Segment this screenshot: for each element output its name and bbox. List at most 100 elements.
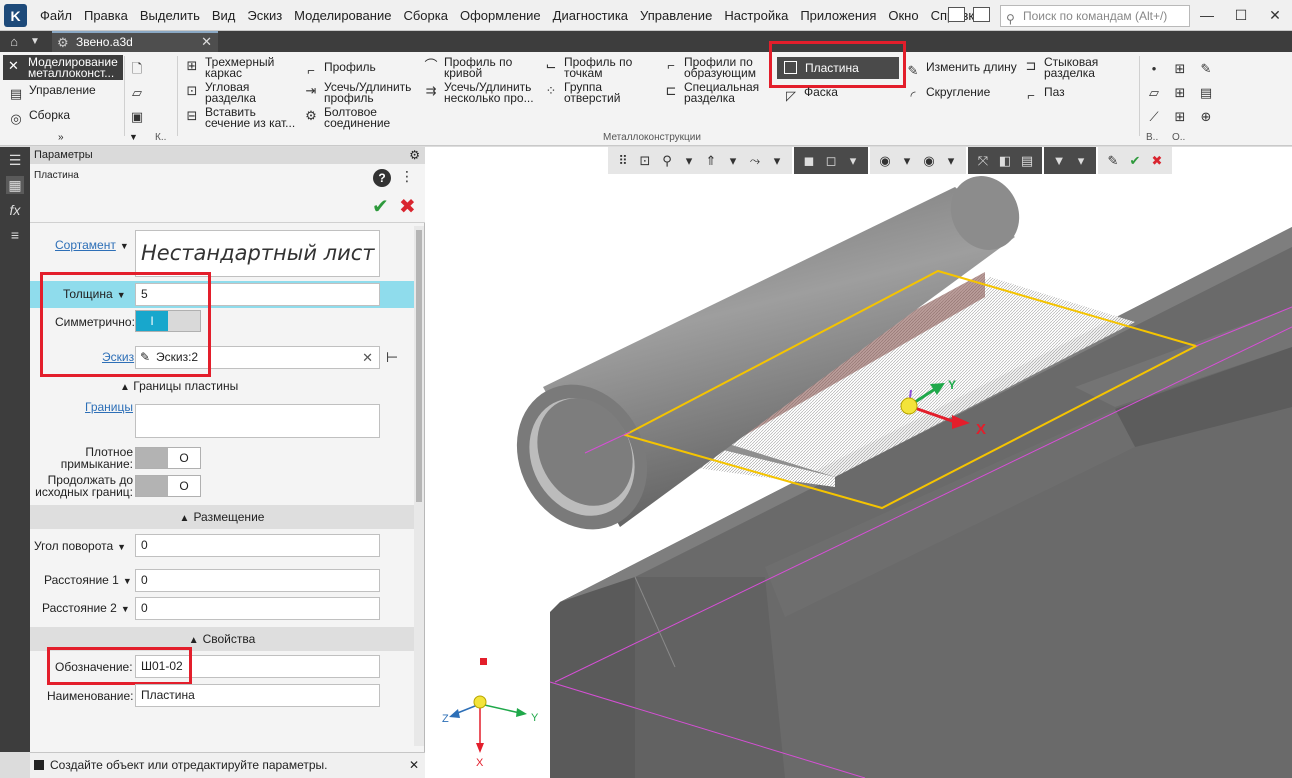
groove-button[interactable]: ⌐ Паз: [1023, 85, 1065, 103]
profiles-by-generator-button[interactable]: ⌐ Профили по образующим: [663, 55, 764, 80]
continue-bounds-toggle[interactable]: O: [135, 475, 201, 497]
groove-label: Паз: [1044, 85, 1065, 99]
distance1-input[interactable]: 0: [135, 569, 380, 592]
chamfer-button[interactable]: ◸ Фаска: [783, 86, 838, 103]
menu-view[interactable]: Вид: [206, 0, 242, 31]
parameters-icon[interactable]: ▦: [6, 176, 24, 194]
table-tool-button[interactable]: ⊞: [1172, 60, 1193, 76]
profile-by-curve-button[interactable]: ⌒ Профиль по кривой: [423, 56, 524, 79]
save-document-button[interactable]: ▣: [129, 108, 150, 124]
profile-button[interactable]: ⌐ Профиль: [303, 61, 376, 78]
trim-extend-several-button[interactable]: ⇉ Усечь/Удлинить несколько про...: [423, 81, 539, 104]
mode-assembly[interactable]: ◎ Сборка: [8, 109, 70, 126]
hole-group-button[interactable]: ⁘ Группа отверстий: [543, 81, 630, 104]
insert-section-button[interactable]: ⊟ Вставить сечение из кат...: [184, 106, 297, 129]
select-sketch-icon[interactable]: ⊢: [386, 349, 398, 366]
tree-icon[interactable]: ⋮: [400, 168, 414, 185]
menu-drawing[interactable]: Оформление: [454, 0, 547, 31]
chevron-down-icon[interactable]: ▼: [120, 239, 129, 253]
minimize-icon[interactable]: —: [1190, 0, 1224, 31]
chevron-down-icon[interactable]: ▼: [123, 574, 132, 588]
screen-settings-icon[interactable]: [973, 7, 990, 22]
add-tool-button[interactable]: ⊕: [1198, 108, 1219, 124]
close-tab-icon[interactable]: ✕: [201, 33, 212, 51]
file-group-dropdown-icon[interactable]: ▼: [129, 132, 138, 142]
sortament-field[interactable]: Нестандартный лист: [135, 230, 380, 277]
fillet-button[interactable]: ◜ Скругление: [905, 85, 991, 103]
wireframe-button[interactable]: ⊞ Трехмерный каркас: [184, 56, 285, 79]
thickness-sketch-highlight: [40, 272, 211, 377]
rotation-input[interactable]: 0: [135, 534, 380, 557]
menu-edit[interactable]: Правка: [78, 0, 134, 31]
command-search-input[interactable]: ⚲ Поиск по командам (Alt+/): [1000, 5, 1190, 27]
mode-selector[interactable]: ✕ Моделирование металлоконст...: [3, 55, 123, 80]
confirm-icon[interactable]: ✔: [372, 194, 389, 219]
distance2-input[interactable]: 0: [135, 597, 380, 620]
bolted-joint-button[interactable]: ⚙ Болтовое соединение: [303, 106, 399, 129]
profile-by-points-button[interactable]: ⌙ Профиль по точкам: [543, 56, 640, 79]
chevron-down-icon[interactable]: ▼: [117, 540, 126, 554]
restore-layout-icon[interactable]: [948, 7, 965, 22]
close-icon[interactable]: ✕: [1258, 0, 1292, 31]
app-logo[interactable]: K: [4, 4, 27, 27]
mode-manage[interactable]: ▤ Управление: [8, 84, 96, 101]
point-tool-button[interactable]: •: [1146, 60, 1167, 76]
bounds-field[interactable]: [135, 404, 380, 438]
sortament-field-label[interactable]: Сортамент ▼: [55, 238, 129, 253]
menu-select[interactable]: Выделить: [134, 0, 206, 31]
help-icon[interactable]: ?: [373, 169, 391, 187]
placement-section[interactable]: ▲ Размещение: [30, 505, 414, 529]
table-icon: ⊞: [1174, 60, 1186, 76]
tight-fit-toggle[interactable]: O: [135, 447, 201, 469]
menu-modeling[interactable]: Моделирование: [288, 0, 397, 31]
close-status-icon[interactable]: ✕: [409, 753, 419, 777]
bounds-field-label[interactable]: Границы: [85, 400, 133, 414]
menu-manage[interactable]: Управление: [634, 0, 718, 31]
edit-tool-button[interactable]: ✎: [1198, 60, 1219, 76]
model-tree-icon[interactable]: ☰: [6, 151, 24, 169]
distance1-field-label[interactable]: Расстояние 1 ▼: [44, 573, 132, 588]
menu-window[interactable]: Окно: [882, 0, 924, 31]
menu-diagnostics[interactable]: Диагностика: [547, 0, 634, 31]
panel-scrollbar[interactable]: [414, 226, 424, 746]
name-input[interactable]: Пластина: [135, 684, 380, 707]
special-joint-button[interactable]: ⊏ Специальная разделка: [663, 81, 764, 104]
scrollbar-thumb[interactable]: [416, 230, 422, 502]
model-scene[interactable]: X Y X Y Z: [425, 147, 1292, 778]
home-icon[interactable]: ⌂: [4, 33, 24, 50]
profiles-by-generator-label: Профили по образующим: [684, 55, 756, 80]
tabs-dropdown-icon[interactable]: ▼: [30, 33, 40, 50]
fillet-label: Скругление: [926, 85, 991, 99]
change-length-button[interactable]: ✎ Изменить длину: [905, 61, 1017, 78]
chevron-down-icon[interactable]: ▼: [121, 602, 130, 616]
menu-apps[interactable]: Приложения: [794, 0, 882, 31]
clear-icon[interactable]: ✕: [362, 347, 373, 368]
trim-extend-profile-button[interactable]: ⇥ Усечь/Удлинить профиль: [303, 81, 419, 104]
plate-bounds-section[interactable]: ▲ Границы пластины: [120, 379, 238, 395]
axis-tool-button[interactable]: ⟋: [1146, 108, 1167, 124]
document-tab[interactable]: ⚙ Звено.a3d ✕: [52, 31, 218, 52]
variables-icon[interactable]: fx: [6, 201, 24, 219]
layers-icon[interactable]: ≡: [6, 226, 24, 244]
menu-file[interactable]: Файл: [34, 0, 78, 31]
menu-sketch[interactable]: Эскиз: [241, 0, 288, 31]
grid-tool-button[interactable]: ⊞: [1172, 84, 1193, 100]
rotation-field-label[interactable]: Угол поворота ▼: [34, 539, 126, 554]
3d-viewport[interactable]: ⠿ ⊡ ⚲ ▾ ⇑ ▾ ⤳ ▾ ◼ ◻ ▾ ◉ ▾ ◉ ▾ ⤧ ◧ ▤ ▼ ▾: [425, 147, 1292, 778]
group-tool-button[interactable]: ⊞: [1172, 108, 1193, 124]
menu-assembly[interactable]: Сборка: [397, 0, 454, 31]
maximize-icon[interactable]: ☐: [1224, 0, 1258, 31]
gear-icon[interactable]: ⚙: [409, 147, 420, 164]
expand-chevron-icon[interactable]: »: [58, 132, 64, 143]
new-document-button[interactable]: 🗋: [129, 60, 150, 76]
list-tool-button[interactable]: ▤: [1198, 84, 1219, 100]
bounds-link[interactable]: Границы: [85, 400, 133, 414]
butt-joint-button[interactable]: ⊐ Стыковая разделка: [1023, 56, 1110, 79]
corner-joint-button[interactable]: ⊡ Угловая разделка: [184, 81, 275, 104]
menu-settings[interactable]: Настройка: [718, 0, 794, 31]
plane-tool-button[interactable]: ▱: [1146, 84, 1167, 100]
open-document-button[interactable]: ▱: [129, 84, 150, 100]
sortament-link[interactable]: Сортамент: [55, 238, 116, 252]
cancel-icon[interactable]: ✖: [399, 194, 416, 219]
distance2-field-label[interactable]: Расстояние 2 ▼: [42, 601, 130, 616]
